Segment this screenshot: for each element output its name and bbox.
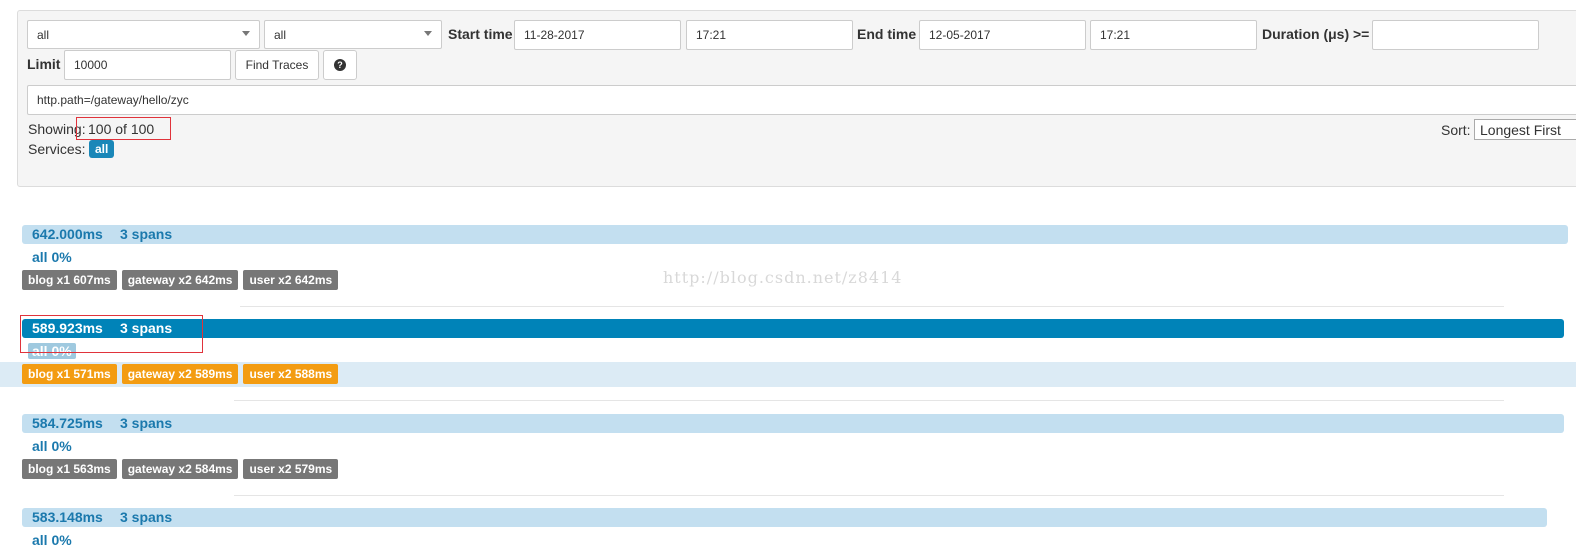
service-tag: user x2 579ms <box>243 459 339 479</box>
service-select[interactable]: all <box>27 20 260 49</box>
chevron-down-icon <box>242 31 250 36</box>
start-time-input[interactable]: 17:21 <box>686 20 853 50</box>
duration-label: Duration (μs) >= <box>1262 26 1370 42</box>
end-time-label: End time <box>857 26 917 42</box>
service-tags: blog x1 571ms gateway x2 589ms user x2 588… <box>22 364 339 384</box>
search-panel: all all Start time 11-28-2017 17:21 End … <box>17 10 1576 187</box>
start-time-label: Start time <box>448 26 513 42</box>
trace-duration-bar[interactable]: 589.923ms 3 spans <box>22 319 1564 338</box>
annotation-query-value: http.path=/gateway/hello/zyc <box>37 93 189 107</box>
trace-span-count: 3 spans <box>120 415 173 431</box>
highlight-box <box>20 315 203 353</box>
chevron-down-icon <box>424 31 432 36</box>
service-tags: blog x1 607ms gateway x2 642ms user x2 642… <box>22 270 339 290</box>
trace-duration-bar[interactable]: 642.000ms 3 spans <box>22 225 1568 244</box>
service-tag: user x2 588ms <box>243 364 339 384</box>
service-filter-badge[interactable]: all <box>89 140 115 158</box>
highlight-box <box>76 117 171 140</box>
trace-duration: 642.000ms <box>32 226 103 242</box>
service-select-value: all <box>37 27 50 42</box>
trace-duration: 584.725ms <box>32 415 103 431</box>
start-date-value: 11-28-2017 <box>524 28 585 42</box>
service-tag: blog x1 607ms <box>22 270 117 290</box>
trace-span-count: 3 spans <box>120 509 173 525</box>
end-date-input[interactable]: 12-05-2017 <box>919 20 1086 50</box>
trace-duration-bar[interactable]: 584.725ms 3 spans <box>22 414 1564 433</box>
service-tag: gateway x2 589ms <box>121 364 239 384</box>
watermark: http://blog.csdn.net/z8414 <box>663 268 903 287</box>
help-button[interactable]: ? <box>323 50 357 80</box>
limit-value: 10000 <box>74 58 108 72</box>
service-tags: blog x1 563ms gateway x2 584ms user x2 579… <box>22 459 339 479</box>
trace-duration: 583.148ms <box>32 509 103 525</box>
span-select[interactable]: all <box>264 20 442 49</box>
trace-service-percentage: all 0% <box>32 532 72 548</box>
question-circle-icon: ? <box>334 59 346 71</box>
trace-span-count: 3 spans <box>120 226 173 242</box>
sort-label: Sort: <box>1441 122 1471 138</box>
trace-duration-bar[interactable]: 583.148ms 3 spans <box>22 508 1547 527</box>
service-tag: gateway x2 584ms <box>121 459 239 479</box>
find-traces-button[interactable]: Find Traces <box>235 50 319 80</box>
find-traces-label: Find Traces <box>245 58 309 72</box>
row-divider <box>240 306 1504 307</box>
sort-select-value: Longest First <box>1480 121 1561 138</box>
limit-input[interactable]: 10000 <box>64 50 231 80</box>
duration-input[interactable] <box>1372 20 1539 50</box>
services-label: Services: <box>28 141 86 157</box>
row-divider <box>234 495 1504 496</box>
end-time-input[interactable]: 17:21 <box>1090 20 1257 50</box>
row-divider <box>234 400 1504 401</box>
trace-service-percentage: all 0% <box>32 249 72 265</box>
annotation-query-input[interactable]: http.path=/gateway/hello/zyc <box>27 85 1576 115</box>
limit-label: Limit <box>27 56 61 72</box>
service-tag: blog x1 571ms <box>22 364 117 384</box>
end-date-value: 12-05-2017 <box>929 28 991 42</box>
start-time-value: 17:21 <box>696 28 727 42</box>
end-time-value: 17:21 <box>1100 28 1131 42</box>
service-tag: user x2 642ms <box>243 270 339 290</box>
span-select-value: all <box>274 27 287 42</box>
service-tag: blog x1 563ms <box>22 459 117 479</box>
start-date-input[interactable]: 11-28-2017 <box>514 20 681 50</box>
service-tag: gateway x2 642ms <box>121 270 239 290</box>
trace-service-percentage: all 0% <box>32 438 72 454</box>
sort-select[interactable]: Longest First <box>1474 119 1576 140</box>
